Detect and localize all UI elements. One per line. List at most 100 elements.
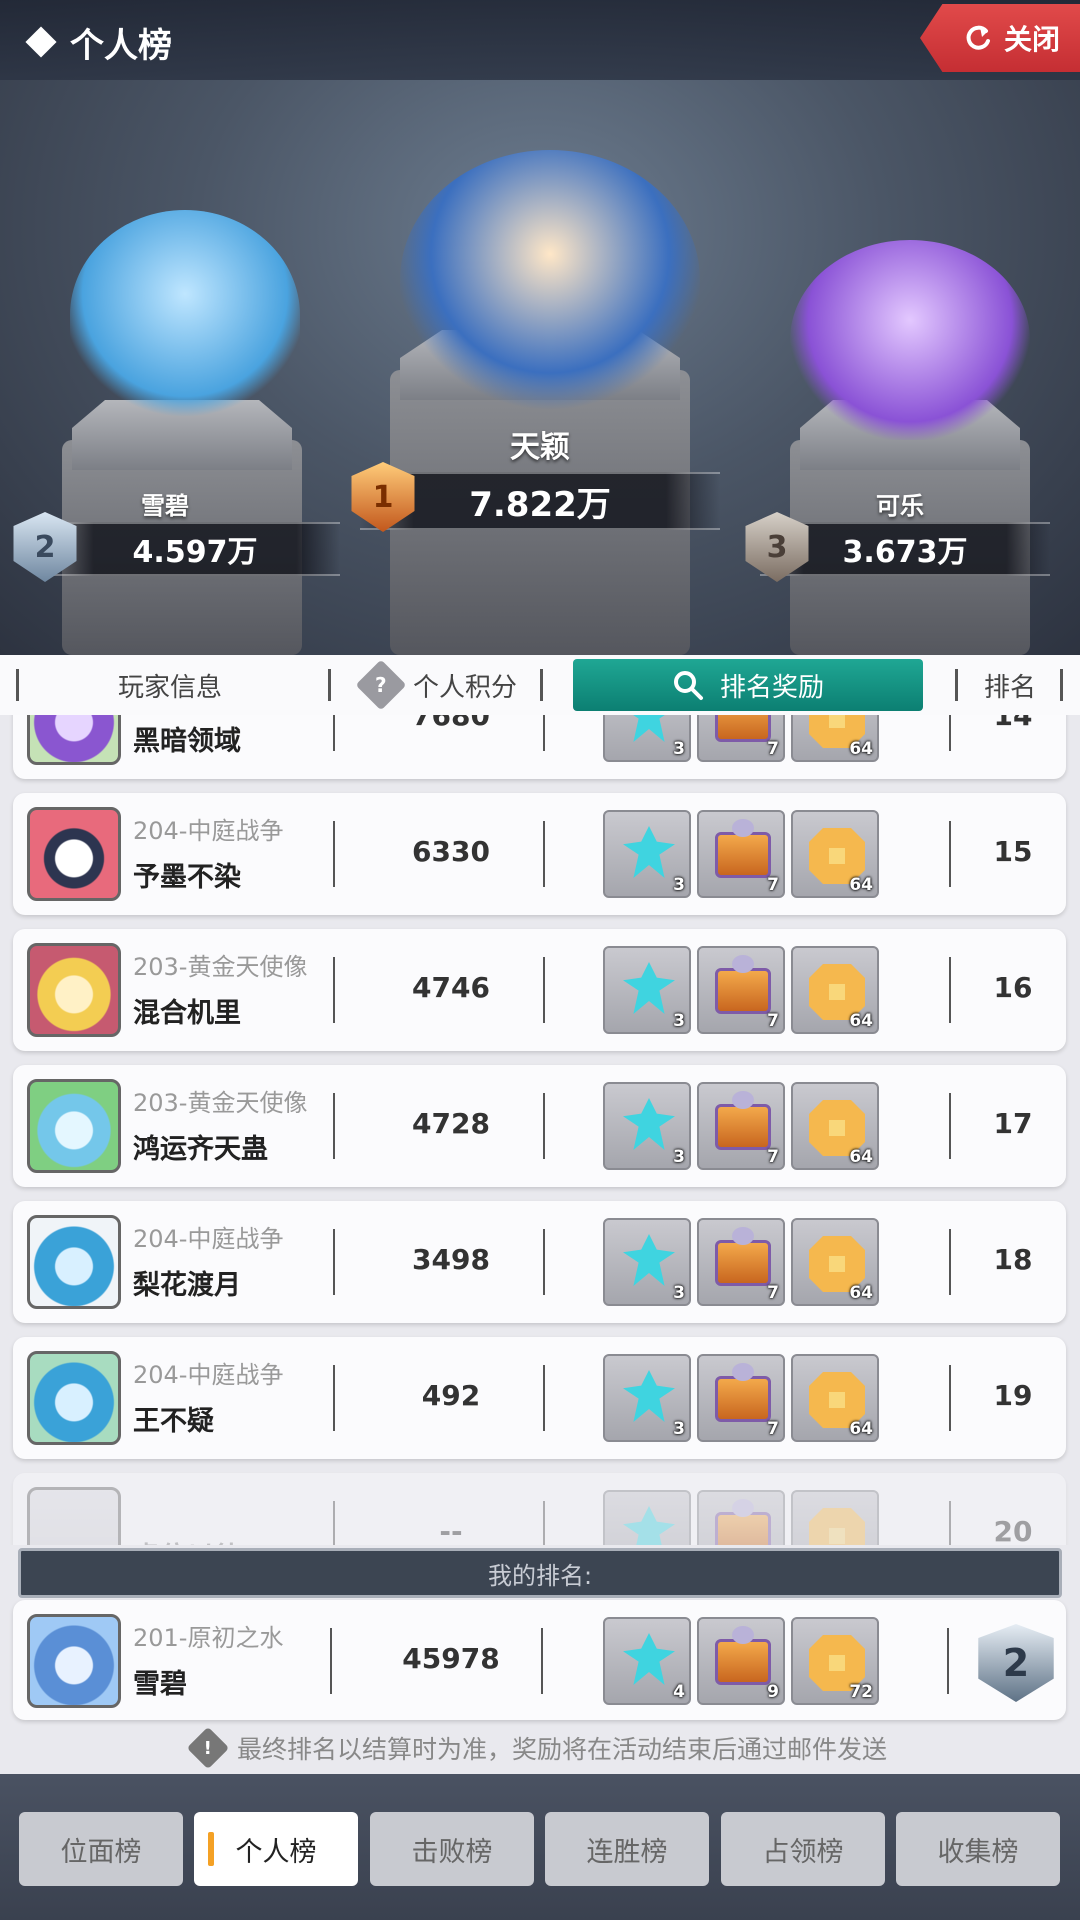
- close-button[interactable]: 关闭: [920, 4, 1080, 72]
- tab-win-streak[interactable]: 连胜榜: [545, 1812, 709, 1886]
- column-score[interactable]: ? 个人积分: [340, 655, 540, 715]
- reward-item-gem[interactable]: 3: [603, 946, 691, 1034]
- reward-item-cubes[interactable]: 64: [791, 1354, 879, 1442]
- chest-icon: [715, 1363, 771, 1422]
- avatar[interactable]: [27, 715, 121, 765]
- reward-item-gem[interactable]: 3: [603, 1218, 691, 1306]
- player-score: 45978: [402, 1642, 500, 1675]
- player-name: 混合机里: [133, 998, 241, 1029]
- gem-icon: [623, 1633, 675, 1685]
- rank-reward-button[interactable]: 排名奖励: [573, 659, 923, 711]
- reward-count: 3: [673, 1147, 685, 1167]
- row-divider: [949, 1365, 951, 1431]
- reward-item-chest[interactable]: 7: [697, 946, 785, 1034]
- reward-count: 4: [673, 1682, 685, 1702]
- table-row[interactable]: 204-中庭战争 王不疑 492 3 7 64 19: [13, 1337, 1066, 1459]
- row-divider: [543, 1093, 545, 1159]
- reward-count: 7: [767, 875, 779, 895]
- row-divider: [543, 1501, 545, 1545]
- column-header: 玩家信息 ? 个人积分 排名奖励 排名: [0, 655, 1080, 715]
- rank-2-badge-num: 2: [34, 529, 56, 565]
- reward-item-gem[interactable]: [603, 1490, 691, 1545]
- tab-plane[interactable]: 位面榜: [19, 1812, 183, 1886]
- avatar[interactable]: [27, 1079, 121, 1173]
- gem-icon: [623, 962, 675, 1014]
- reward-item-cubes[interactable]: 64: [791, 1218, 879, 1306]
- rank-number: 19: [993, 1379, 1033, 1412]
- row-divider: [541, 1628, 543, 1694]
- tab-defeat[interactable]: 击败榜: [370, 1812, 534, 1886]
- chest-icon: [715, 1499, 771, 1545]
- reward-item-cubes[interactable]: 64: [791, 1082, 879, 1170]
- row-divider: [949, 957, 951, 1023]
- reward-item-chest[interactable]: 9: [697, 1617, 785, 1705]
- table-row[interactable]: 203-黄金天使像 混合机里 4746 3 7 64 16: [13, 929, 1066, 1051]
- table-row[interactable]: 虚位以待 -- 20: [13, 1473, 1066, 1545]
- server-name: 204-中庭战争: [133, 1361, 284, 1389]
- tab-personal[interactable]: 个人榜: [194, 1812, 358, 1886]
- reward-item-gem[interactable]: 3: [603, 715, 691, 762]
- ranking-list[interactable]: 黑暗领域 7680 3 7 64 14 204-中庭战争 予墨不染 6330 3 7 64 15 203-…: [0, 715, 1080, 1545]
- chest-icon: [715, 1227, 771, 1286]
- reward-item-chest[interactable]: 7: [697, 1218, 785, 1306]
- player-score: 6330: [412, 835, 490, 868]
- return-arrow-icon: [966, 25, 990, 50]
- bottom-tab-bar: 位面榜 个人榜 击败榜 连胜榜 占领榜 收集榜: [0, 1774, 1080, 1920]
- row-divider: [949, 1093, 951, 1159]
- rank-number: 15: [993, 835, 1033, 868]
- table-row[interactable]: 204-中庭战争 梨花渡月 3498 3 7 64 18: [13, 1201, 1066, 1323]
- avatar[interactable]: [27, 807, 121, 901]
- chest-icon: [715, 1091, 771, 1150]
- podium-score-3-text: 3.673万: [842, 535, 968, 570]
- reward-item-gem[interactable]: 3: [603, 1082, 691, 1170]
- reward-count: 3: [673, 1011, 685, 1031]
- header-divider: [328, 669, 331, 701]
- search-icon: [673, 671, 703, 700]
- help-icon[interactable]: ?: [355, 659, 407, 711]
- reward-item-gem[interactable]: 4: [603, 1617, 691, 1705]
- reward-item-chest[interactable]: [697, 1490, 785, 1545]
- row-divider: [543, 1365, 545, 1431]
- chest-icon: [715, 1626, 771, 1685]
- reward-item-chest[interactable]: 7: [697, 810, 785, 898]
- reward-count: 3: [673, 1419, 685, 1439]
- page-title: 个人榜: [25, 18, 172, 66]
- row-divider: [333, 715, 335, 751]
- reward-item-gem[interactable]: 3: [603, 810, 691, 898]
- podium-score-1-text: 7.822万: [469, 484, 611, 525]
- reward-item-gem[interactable]: 3: [603, 1354, 691, 1442]
- avatar[interactable]: [27, 1215, 121, 1309]
- header-divider: [16, 669, 19, 701]
- avatar[interactable]: [27, 1487, 121, 1545]
- table-row[interactable]: 204-中庭战争 予墨不染 6330 3 7 64 15: [13, 793, 1066, 915]
- character-2[interactable]: [70, 210, 300, 420]
- reward-item-chest[interactable]: 7: [697, 1354, 785, 1442]
- chest-icon: [715, 955, 771, 1014]
- column-rank: 排名: [983, 672, 1036, 703]
- reward-item-chest[interactable]: 7: [697, 715, 785, 762]
- reward-item-cubes[interactable]: 72: [791, 1617, 879, 1705]
- warning-icon: !: [186, 1726, 230, 1770]
- reward-item-cubes[interactable]: [791, 1490, 879, 1545]
- table-row[interactable]: 203-黄金天使像 鸿运齐天蛊 4728 3 7 64 17: [13, 1065, 1066, 1187]
- reward-item-chest[interactable]: 7: [697, 1082, 785, 1170]
- rank-reward-label: 排名奖励: [719, 672, 824, 703]
- row-divider: [333, 1093, 335, 1159]
- tab-occupation[interactable]: 占领榜: [721, 1812, 885, 1886]
- avatar[interactable]: [27, 943, 121, 1037]
- tab-collection[interactable]: 收集榜: [896, 1812, 1060, 1886]
- my-rank-header: 我的排名:: [18, 1548, 1062, 1598]
- reward-item-cubes[interactable]: 64: [791, 946, 879, 1034]
- avatar[interactable]: [27, 1351, 121, 1445]
- character-3[interactable]: [790, 240, 1030, 440]
- my-rank-row[interactable]: 201-原初之水 雪碧 45978 4 9 72 2: [13, 1600, 1066, 1720]
- reward-count: 72: [849, 1682, 873, 1702]
- avatar[interactable]: [27, 1614, 121, 1708]
- reward-item-cubes[interactable]: 64: [791, 715, 879, 762]
- reward-item-cubes[interactable]: 64: [791, 810, 879, 898]
- server-name: 204-中庭战争: [133, 817, 284, 845]
- rank-1-badge-num: 1: [372, 479, 394, 515]
- character-1[interactable]: [400, 150, 700, 410]
- server-name: 204-中庭战争: [133, 1225, 284, 1253]
- table-row[interactable]: 黑暗领域 7680 3 7 64 14: [13, 715, 1066, 779]
